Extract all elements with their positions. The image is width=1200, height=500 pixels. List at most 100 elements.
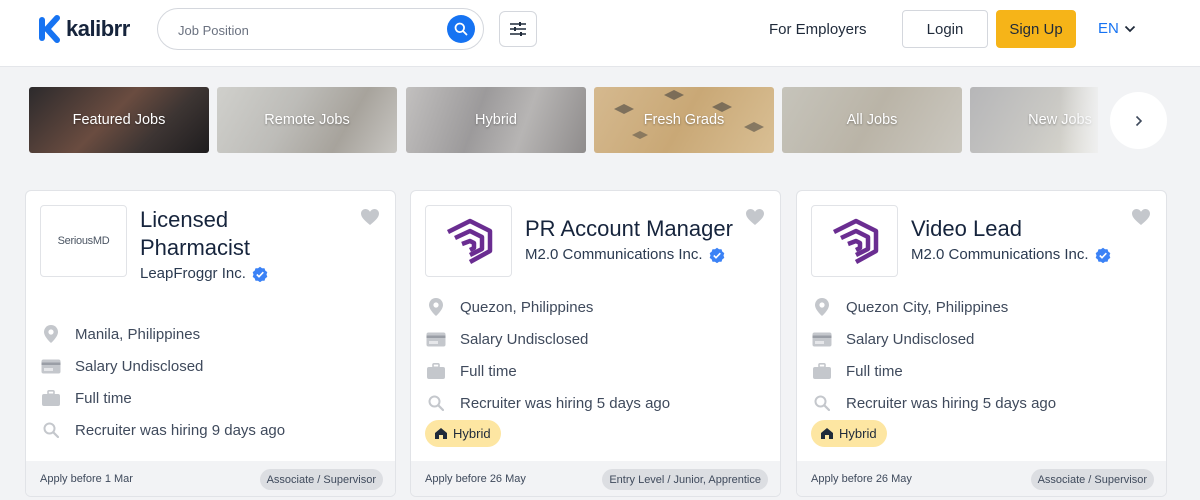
heart-icon[interactable] — [1131, 208, 1151, 226]
job-type-text: Full time — [460, 362, 517, 380]
briefcase-icon — [425, 360, 447, 382]
job-salary: Salary Undisclosed — [40, 350, 380, 382]
job-title[interactable]: PR Account Manager — [525, 215, 755, 243]
filter-button[interactable] — [499, 11, 537, 47]
job-card[interactable]: Video Lead M2.0 Communications Inc. Quez… — [796, 190, 1167, 497]
card-footer: Apply before 26 May Associate / Supervis… — [797, 461, 1166, 496]
card-footer: Apply before 1 Mar Associate / Superviso… — [26, 461, 395, 496]
verified-icon — [252, 266, 268, 282]
heart-icon[interactable] — [360, 208, 380, 226]
recruiter-text: Recruiter was hiring 9 days ago — [75, 421, 286, 439]
recruiter-text: Recruiter was hiring 5 days ago — [460, 394, 671, 412]
recruiter-text: Recruiter was hiring 5 days ago — [846, 394, 1057, 412]
signup-button[interactable]: Sign Up — [996, 10, 1076, 48]
apply-before-text: Apply before 26 May — [425, 473, 526, 485]
kalibrr-logo-icon — [39, 15, 60, 43]
job-location: Quezon, Philippines — [425, 291, 765, 323]
job-card[interactable]: PR Account Manager M2.0 Communications I… — [410, 190, 781, 497]
job-location: Manila, Philippines — [40, 318, 380, 350]
category-all-jobs[interactable]: All Jobs — [782, 87, 962, 153]
m20-logo-icon — [446, 218, 492, 264]
category-label: Hybrid — [475, 112, 517, 128]
magnifier-icon — [40, 419, 62, 441]
company-label: LeapFroggr Inc. — [140, 265, 246, 282]
magnifier-icon — [811, 392, 833, 414]
job-salary: Salary Undisclosed — [811, 323, 1151, 355]
salary-text: Salary Undisclosed — [75, 357, 204, 375]
job-type-text: Full time — [846, 362, 903, 380]
category-featured-jobs[interactable]: Featured Jobs — [29, 87, 209, 153]
job-info-list: Quezon, Philippines Salary Undisclosed F… — [425, 291, 765, 419]
house-icon — [821, 428, 833, 439]
briefcase-icon — [811, 360, 833, 382]
recruiter-activity: Recruiter was hiring 5 days ago — [425, 387, 765, 419]
category-fresh-grads[interactable]: Fresh Grads — [594, 87, 774, 153]
chevron-right-icon — [1135, 115, 1142, 126]
apply-before-text: Apply before 1 Mar — [40, 473, 133, 485]
badge-label: Hybrid — [839, 426, 877, 441]
company-logo — [811, 205, 898, 277]
hybrid-badge: Hybrid — [811, 420, 887, 447]
credit-card-icon — [40, 355, 62, 377]
salary-text: Salary Undisclosed — [460, 330, 589, 348]
salary-text: Salary Undisclosed — [846, 330, 975, 348]
company-label: M2.0 Communications Inc. — [911, 246, 1089, 263]
verified-icon — [1095, 247, 1110, 263]
job-info-list: Manila, Philippines Salary Undisclosed F… — [40, 318, 380, 446]
category-remote-jobs[interactable]: Remote Jobs — [217, 87, 397, 153]
location-pin-icon — [811, 296, 833, 318]
level-tag: Associate / Supervisor — [1030, 469, 1154, 490]
category-label: All Jobs — [846, 112, 898, 128]
filter-sliders-icon — [510, 22, 526, 36]
credit-card-icon — [425, 328, 447, 350]
magnifier-icon — [425, 392, 447, 414]
for-employers-link[interactable]: For Employers — [769, 21, 867, 38]
job-info-list: Quezon City, Philippines Salary Undisclo… — [811, 291, 1151, 419]
apply-before-text: Apply before 26 May — [811, 473, 912, 485]
job-type-text: Full time — [75, 389, 132, 407]
job-location: Quezon City, Philippines — [811, 291, 1151, 323]
search-bar — [157, 8, 484, 50]
job-type: Full time — [40, 382, 380, 414]
verified-icon — [709, 247, 724, 263]
job-title[interactable]: Video Lead — [911, 215, 1141, 243]
company-name[interactable]: LeapFroggr Inc. — [140, 265, 268, 282]
location-text: Quezon, Philippines — [460, 298, 594, 316]
category-label: Remote Jobs — [264, 112, 350, 128]
category-label: Fresh Grads — [643, 112, 725, 128]
location-text: Quezon City, Philippines — [846, 298, 1009, 316]
carousel-fade — [1060, 87, 1105, 153]
login-button[interactable]: Login — [902, 10, 988, 48]
level-tag: Entry Level / Junior, Apprentice — [602, 469, 768, 490]
category-label: Featured Jobs — [72, 112, 166, 128]
chevron-down-icon — [1124, 25, 1135, 32]
company-name[interactable]: M2.0 Communications Inc. — [525, 246, 725, 263]
house-icon — [435, 428, 447, 439]
company-label: M2.0 Communications Inc. — [525, 246, 703, 263]
level-tag: Associate / Supervisor — [259, 469, 383, 490]
category-hybrid[interactable]: Hybrid — [406, 87, 586, 153]
language-selector[interactable]: EN — [1098, 20, 1136, 37]
search-button[interactable] — [447, 15, 475, 43]
job-card[interactable]: SeriousMD Licensed Pharmacist LeapFroggr… — [25, 190, 396, 497]
job-type: Full time — [811, 355, 1151, 387]
card-footer: Apply before 26 May Entry Level / Junior… — [411, 461, 780, 496]
brand-logo[interactable]: kalibrr — [38, 14, 130, 44]
badge-label: Hybrid — [453, 426, 491, 441]
company-name[interactable]: M2.0 Communications Inc. — [911, 246, 1111, 263]
carousel-next-button[interactable] — [1110, 92, 1167, 149]
search-input[interactable] — [178, 20, 438, 40]
top-navbar: kalibrr For Employers Login Sign Up EN — [0, 0, 1200, 67]
job-title[interactable]: Licensed Pharmacist — [140, 206, 340, 262]
seriousmd-logo-text: SeriousMD — [57, 235, 110, 247]
company-logo: SeriousMD — [40, 205, 127, 277]
company-logo — [425, 205, 512, 277]
heart-icon[interactable] — [745, 208, 765, 226]
job-salary: Salary Undisclosed — [425, 323, 765, 355]
location-pin-icon — [425, 296, 447, 318]
location-pin-icon — [40, 323, 62, 345]
briefcase-icon — [40, 387, 62, 409]
m20-logo-icon — [832, 218, 878, 264]
search-icon — [454, 22, 468, 36]
job-type: Full time — [425, 355, 765, 387]
